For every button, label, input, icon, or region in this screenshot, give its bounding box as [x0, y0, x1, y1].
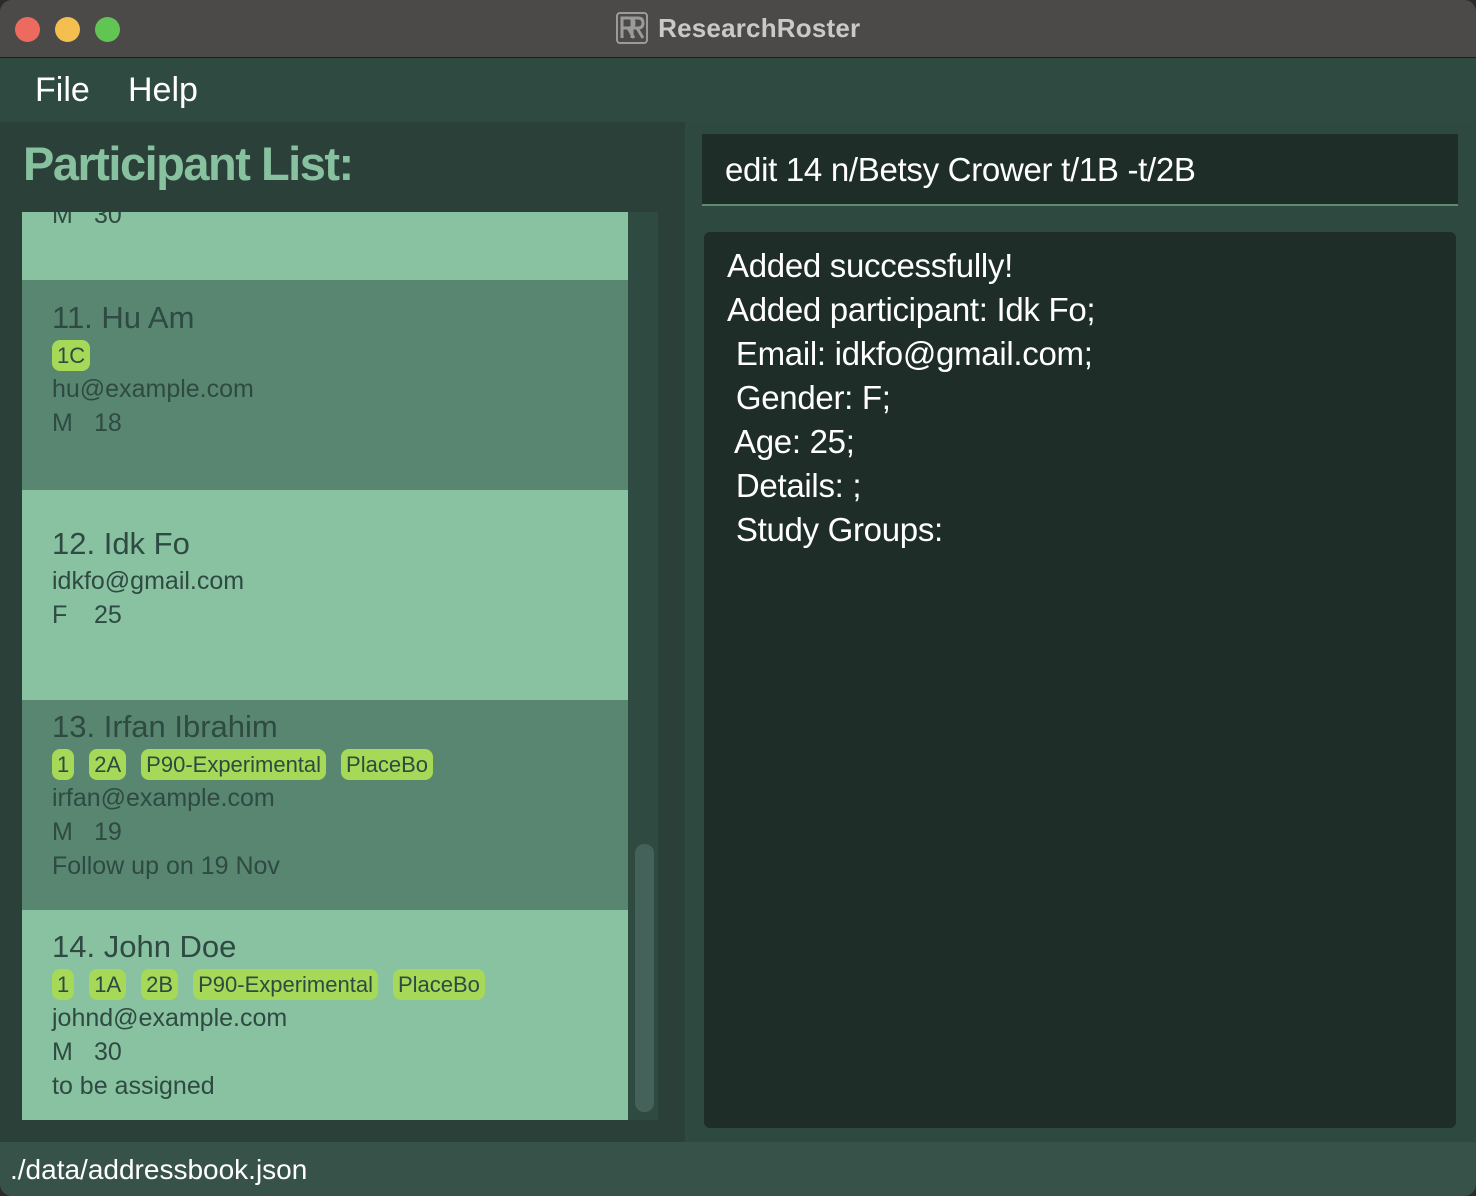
participant-email: johnd@example.com: [52, 1004, 288, 1032]
participant-age: 18: [94, 409, 122, 437]
participant-gender: F: [52, 601, 68, 629]
app-logo-icon: [615, 12, 648, 44]
menu-file[interactable]: File: [35, 71, 90, 110]
data-file-path: ./data/addressbook.json: [10, 1154, 308, 1185]
participant-email: irfan@example.com: [52, 784, 275, 812]
result-line: Added participant: Idk Fo;: [727, 291, 1096, 328]
participant-tags: 1 1A 2B P90-Experimental PlaceBo: [52, 967, 628, 1001]
result-line: Age: 25;: [727, 423, 855, 460]
participant-age: 30: [94, 1038, 122, 1066]
result-display: Added successfully! Added participant: I…: [704, 232, 1456, 1128]
window-title: ResearchRoster: [658, 12, 861, 43]
participant-card[interactable]: 14. John Doe 1 1A 2B P90-Experimental Pl…: [22, 910, 628, 1120]
participant-name: 12. Idk Fo: [52, 526, 190, 561]
participant-list-title: Participant List:: [23, 137, 354, 190]
study-group-tag: P90-Experimental: [141, 748, 327, 780]
result-line: Details: ;: [727, 467, 862, 504]
participant-gender: M: [52, 409, 73, 437]
app-window: ResearchRoster File Help Participant Lis…: [0, 0, 1476, 1196]
participant-card[interactable]: 11. Hu Am 1C hu@example.com M 18: [22, 280, 628, 490]
study-group-tag: 1: [52, 748, 75, 780]
study-group-tag: PlaceBo: [341, 748, 433, 780]
participant-email: idkfo@gmail.com: [52, 567, 245, 595]
result-line: Study Groups:: [727, 511, 952, 548]
participant-card[interactable]: 13. Irfan Ibrahim 1 2A P90-Experimental …: [22, 700, 628, 910]
participant-details: Follow up on 19 Nov: [52, 852, 280, 880]
result-line: Added successfully!: [727, 247, 1013, 284]
menu-bar: File Help: [0, 59, 1476, 122]
study-group-tag: P90-Experimental: [193, 968, 378, 1000]
study-group-tag: 1A: [89, 968, 127, 1000]
participant-name: 11. Hu Am: [52, 300, 195, 335]
study-group-tag: 2A: [89, 748, 127, 780]
participant-gender: M: [52, 1038, 73, 1066]
participant-email: hu@example.com: [52, 375, 254, 403]
participant-age: 25: [94, 601, 122, 629]
participant-details: to be assigned: [52, 1072, 215, 1100]
list-scrollbar-thumb[interactable]: [635, 844, 654, 1112]
study-group-tag: 2B: [141, 968, 179, 1000]
participant-name: 13. Irfan Ibrahim: [52, 709, 278, 744]
study-group-tag: 1: [52, 968, 75, 1000]
command-input[interactable]: edit 14 n/Betsy Crower t/1B -t/2B: [702, 134, 1458, 206]
main-area: Participant List: M 30 11. Hu Am 1C hu@ex…: [0, 122, 1476, 1142]
participant-age: 30: [94, 212, 122, 229]
participant-list-panel: Participant List: M 30 11. Hu Am 1C hu@ex…: [0, 122, 685, 1142]
study-group-tag: 1C: [52, 339, 91, 371]
participant-gender: M: [52, 818, 73, 846]
title-bar: ResearchRoster: [0, 0, 1476, 58]
study-group-tag: PlaceBo: [392, 968, 485, 1000]
participant-list[interactable]: M 30 11. Hu Am 1C hu@example.com M 18 12. …: [22, 212, 628, 1120]
menu-help[interactable]: Help: [128, 71, 198, 110]
participant-card[interactable]: 12. Idk Fo idkfo@gmail.com F 25: [22, 490, 628, 700]
status-bar: ./data/addressbook.json: [0, 1142, 1476, 1196]
command-input-text: edit 14 n/Betsy Crower t/1B -t/2B: [725, 151, 1196, 188]
participant-name: 14. John Doe: [52, 929, 237, 964]
result-line: Email: idkfo@gmail.com;: [727, 335, 1093, 372]
participant-tags: 1 2A P90-Experimental PlaceBo: [52, 747, 628, 781]
participant-card[interactable]: M 30: [22, 212, 628, 280]
participant-tags: 1C: [52, 338, 628, 372]
participant-gender: M: [52, 212, 73, 229]
participant-age: 19: [94, 818, 122, 846]
result-line: Gender: F;: [727, 379, 891, 416]
